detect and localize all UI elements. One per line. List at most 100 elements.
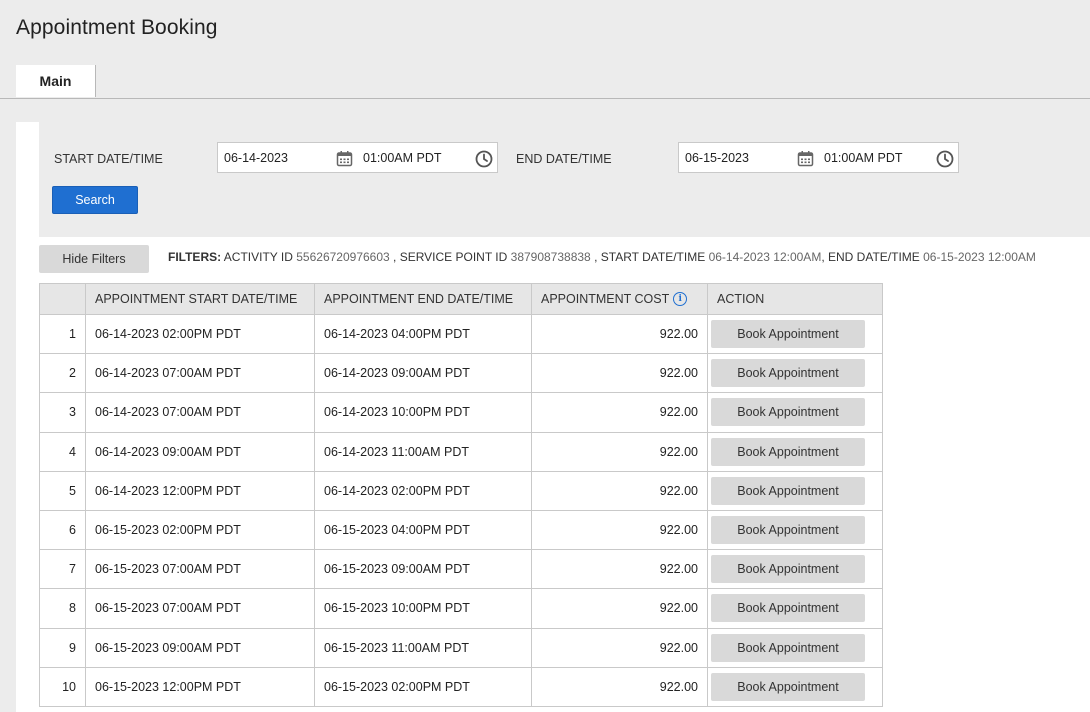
row-index: 4 [39, 431, 86, 472]
cell-end-datetime: 06-14-2023 09:00AM PDT [314, 353, 532, 394]
row-index: 2 [39, 353, 86, 394]
cell-action: Book Appointment [707, 470, 883, 511]
cell-cost: 922.00 [531, 588, 708, 629]
appointments-table: APPOINTMENT START DATE/TIME APPOINTMENT … [39, 283, 883, 707]
row-index: 1 [39, 313, 86, 355]
filter-value: 06-14-2023 12:00AM [708, 250, 822, 264]
start-time-value[interactable]: 01:00AM PDT [363, 151, 442, 165]
cell-start-datetime: 06-15-2023 09:00AM PDT [85, 627, 315, 668]
row-index: 3 [39, 392, 86, 433]
end-datetime-field[interactable]: 06-15-2023 01:00AM PDT [678, 142, 959, 173]
calendar-icon[interactable] [336, 150, 353, 172]
table-row: 2 06-14-2023 07:00AM PDT 06-14-2023 09:00A… [39, 353, 883, 394]
table-row: 4 06-14-2023 09:00AM PDT 06-14-2023 11:00A… [39, 431, 883, 472]
cell-end-datetime: 06-14-2023 10:00PM PDT [314, 392, 532, 433]
clock-icon[interactable] [936, 150, 954, 173]
table-body: 1 06-14-2023 02:00PM PDT 06-14-2023 04:00P… [39, 313, 883, 707]
cell-end-datetime: 06-14-2023 04:00PM PDT [314, 313, 532, 355]
cell-end-datetime: 06-15-2023 11:00AM PDT [314, 627, 532, 668]
tab-bar: Main [0, 65, 1090, 99]
col-header-start[interactable]: APPOINTMENT START DATE/TIME [85, 283, 315, 315]
cell-start-datetime: 06-14-2023 07:00AM PDT [85, 353, 315, 394]
filter-value: 06-15-2023 12:00AM [923, 250, 1036, 264]
filter-key: ACTIVITY ID [223, 250, 293, 264]
cell-end-datetime: 06-15-2023 09:00AM PDT [314, 549, 532, 590]
end-datetime-label: END DATE/TIME [516, 152, 612, 166]
filter-value: 387908738838 [510, 250, 591, 264]
cell-action: Book Appointment [707, 549, 883, 590]
row-index: 8 [39, 588, 86, 629]
row-index: 7 [39, 549, 86, 590]
filter-key: END DATE/TIME [828, 250, 920, 264]
cell-cost: 922.00 [531, 431, 708, 472]
end-date-value[interactable]: 06-15-2023 [685, 151, 749, 165]
info-icon[interactable]: i [673, 292, 688, 307]
cell-action: Book Appointment [707, 509, 883, 551]
cell-end-datetime: 06-15-2023 04:00PM PDT [314, 509, 532, 551]
book-appointment-button[interactable]: Book Appointment [711, 672, 865, 701]
end-time-value[interactable]: 01:00AM PDT [824, 151, 903, 165]
book-appointment-button[interactable]: Book Appointment [711, 359, 865, 388]
filter-panel [39, 122, 1090, 237]
cell-cost: 922.00 [531, 666, 708, 707]
book-appointment-button[interactable]: Book Appointment [711, 476, 865, 505]
cell-cost: 922.00 [531, 549, 708, 590]
cell-action: Book Appointment [707, 353, 883, 394]
table-row: 7 06-15-2023 07:00AM PDT 06-15-2023 09:00A… [39, 549, 883, 590]
start-date-value[interactable]: 06-14-2023 [224, 151, 288, 165]
cell-end-datetime: 06-14-2023 11:00AM PDT [314, 431, 532, 472]
table-header-row: APPOINTMENT START DATE/TIME APPOINTMENT … [39, 283, 883, 315]
book-appointment-button[interactable]: Book Appointment [711, 398, 865, 427]
book-appointment-button[interactable]: Book Appointment [711, 516, 865, 545]
cell-action: Book Appointment [707, 431, 883, 472]
col-header-action: ACTION [707, 283, 883, 315]
filter-key: START DATE/TIME [600, 250, 706, 264]
filters-summary: FILTERS: ACTIVITY ID 55626720976603 , SE… [168, 250, 1036, 264]
col-header-cost-label: APPOINTMENT COST [541, 291, 670, 306]
cell-cost: 922.00 [531, 353, 708, 394]
col-header-cost[interactable]: APPOINTMENT COST i [531, 283, 708, 315]
tab-main[interactable]: Main [16, 65, 96, 97]
cell-start-datetime: 06-15-2023 12:00PM PDT [85, 666, 315, 707]
table-row: 9 06-15-2023 09:00AM PDT 06-15-2023 11:00A… [39, 627, 883, 668]
cell-end-datetime: 06-15-2023 02:00PM PDT [314, 666, 532, 707]
book-appointment-button[interactable]: Book Appointment [711, 437, 865, 466]
cell-start-datetime: 06-15-2023 07:00AM PDT [85, 549, 315, 590]
cell-cost: 922.00 [531, 313, 708, 355]
cell-end-datetime: 06-14-2023 02:00PM PDT [314, 470, 532, 511]
page-title: Appointment Booking [16, 16, 218, 39]
book-appointment-button[interactable]: Book Appointment [711, 633, 865, 662]
filter-key: SERVICE POINT ID [399, 250, 508, 264]
filter-sep: , [590, 250, 598, 264]
filter-sep: , [389, 250, 397, 264]
table-row: 3 06-14-2023 07:00AM PDT 06-14-2023 10:00P… [39, 392, 883, 433]
table-row: 6 06-15-2023 02:00PM PDT 06-15-2023 04:00P… [39, 509, 883, 551]
cell-action: Book Appointment [707, 627, 883, 668]
col-header-index [39, 283, 86, 315]
cell-cost: 922.00 [531, 509, 708, 551]
book-appointment-button[interactable]: Book Appointment [711, 594, 865, 623]
filters-summary-title: FILTERS: [168, 250, 222, 264]
cell-start-datetime: 06-14-2023 12:00PM PDT [85, 470, 315, 511]
cell-start-datetime: 06-14-2023 07:00AM PDT [85, 392, 315, 433]
row-index: 9 [39, 627, 86, 668]
hide-filters-button[interactable]: Hide Filters [39, 245, 149, 273]
table-row: 1 06-14-2023 02:00PM PDT 06-14-2023 04:00P… [39, 313, 883, 355]
start-datetime-label: START DATE/TIME [54, 152, 163, 166]
cell-start-datetime: 06-15-2023 07:00AM PDT [85, 588, 315, 629]
cell-start-datetime: 06-14-2023 09:00AM PDT [85, 431, 315, 472]
start-datetime-field[interactable]: 06-14-2023 01:00AM PDT [217, 142, 498, 173]
book-appointment-button[interactable]: Book Appointment [711, 555, 865, 584]
clock-icon[interactable] [475, 150, 493, 173]
row-index: 5 [39, 470, 86, 511]
search-button[interactable]: Search [52, 186, 138, 214]
book-appointment-button[interactable]: Book Appointment [711, 320, 865, 349]
calendar-icon[interactable] [797, 150, 814, 172]
cell-start-datetime: 06-14-2023 02:00PM PDT [85, 313, 315, 355]
cell-start-datetime: 06-15-2023 02:00PM PDT [85, 509, 315, 551]
col-header-end[interactable]: APPOINTMENT END DATE/TIME [314, 283, 532, 315]
row-index: 6 [39, 509, 86, 551]
cell-action: Book Appointment [707, 588, 883, 629]
filter-value: 55626720976603 [296, 250, 390, 264]
cell-cost: 922.00 [531, 627, 708, 668]
